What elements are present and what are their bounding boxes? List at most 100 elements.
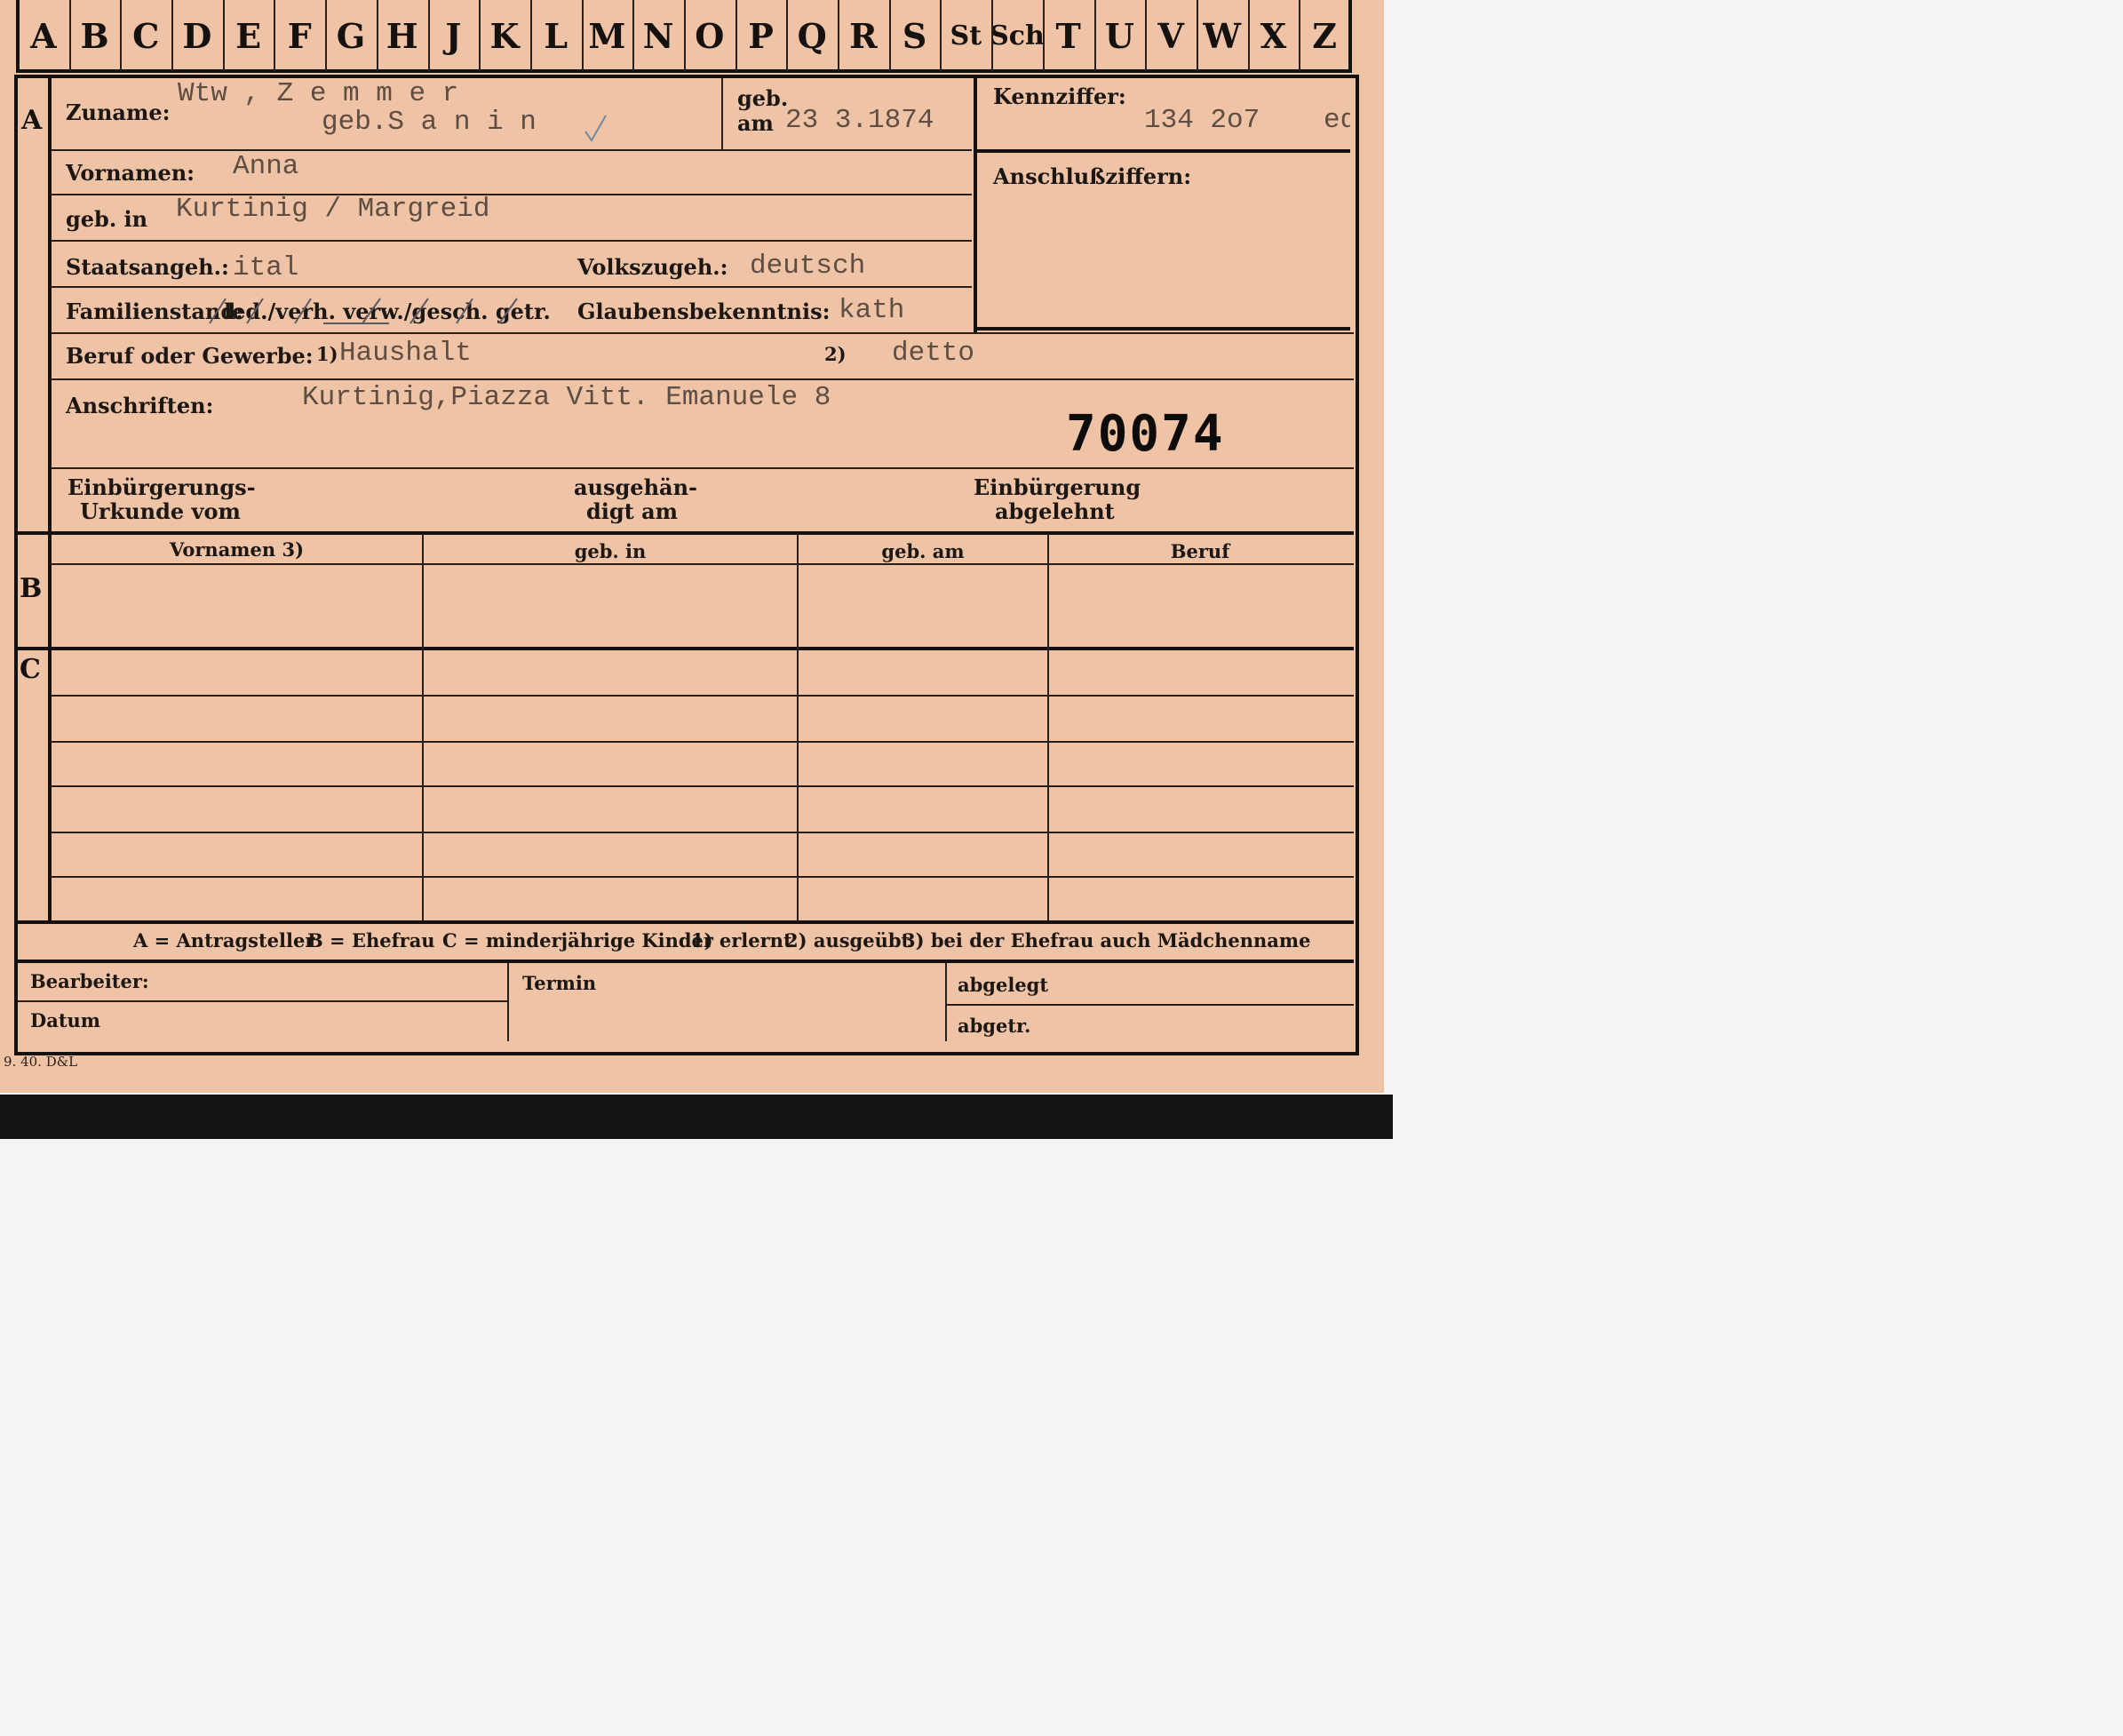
index-tab-e: E <box>235 15 262 56</box>
index-tab-f: F <box>287 15 312 56</box>
registration-card: A B C D E F G H J K L M N O P Q R S St Sch T U V W X Z A B C Zuna… <box>0 0 1384 1093</box>
firstname-value: Anna <box>233 151 299 182</box>
tab-divider <box>68 0 71 71</box>
tab-divider <box>529 0 532 71</box>
index-tab-g: G <box>336 15 366 56</box>
index-tab-l: L <box>544 15 569 56</box>
tab-divider <box>274 0 276 71</box>
id-label: Kennziffer: <box>993 84 1126 109</box>
letter-column-divider <box>48 76 52 920</box>
index-tab-w: W <box>1203 15 1242 56</box>
print-mark: 9. 40. D&L <box>4 1054 78 1070</box>
index-tab-s: S <box>902 15 927 56</box>
tab-divider <box>171 0 174 71</box>
row-divider <box>52 876 1354 878</box>
tab-divider <box>1247 0 1250 71</box>
index-tab-t: T <box>1055 15 1081 56</box>
naturalization-refused-label-2: abgelehnt <box>995 498 1115 524</box>
naturalization-refused-label-1: Einbürgerung <box>974 474 1141 500</box>
tab-divider <box>1042 0 1045 71</box>
row-divider <box>52 741 1354 743</box>
tab-divider <box>479 0 481 71</box>
row-divider <box>52 378 1354 380</box>
citizenship-value: ital <box>233 252 299 283</box>
tab-divider <box>838 0 840 71</box>
index-tab-x: X <box>1260 15 1287 56</box>
birthplace-label: geb. in <box>66 206 148 232</box>
section-c-letter: C <box>20 654 41 685</box>
tab-divider <box>581 0 584 71</box>
row-divider <box>52 332 1354 334</box>
index-tab-m: M <box>588 15 626 56</box>
legend-note-2: 2) ausgeübt <box>785 929 910 952</box>
row-divider <box>52 695 1354 697</box>
index-tab-p: P <box>748 15 774 56</box>
checkmark-icon <box>584 115 607 142</box>
legend-bottom <box>16 960 1354 963</box>
legend-wife: B = Ehefrau <box>307 929 435 952</box>
birthplace-value: Kurtinig / Margreid <box>176 194 490 225</box>
separated-label: abgetr. <box>958 1015 1031 1037</box>
occupation-note-2: 2) <box>824 343 847 365</box>
index-tab-r: R <box>849 15 878 56</box>
section-b-letter: B <box>20 573 43 604</box>
index-tab-u: U <box>1104 15 1134 56</box>
surname-value-line1: Wtw , Z e m m e r <box>178 78 459 109</box>
occupation-note-1: 1) <box>316 343 338 365</box>
tab-divider <box>222 0 225 71</box>
naturalization-doc-label-2: Urkunde vom <box>80 498 241 524</box>
row-divider <box>52 785 1354 787</box>
tab-divider <box>1299 0 1301 71</box>
legend-children: C = minderjährige Kinder <box>442 929 713 952</box>
date-label: Datum <box>30 1009 101 1031</box>
tab-divider <box>888 0 891 71</box>
col-divider <box>797 535 799 922</box>
id-box-divider-h <box>977 149 1350 153</box>
section-divider-ab <box>16 531 1354 535</box>
occupation-label: Beruf oder Gewerbe: <box>66 343 314 369</box>
connect-numbers-label: Anschlußziffern: <box>993 163 1192 189</box>
term-label: Termin <box>522 972 597 994</box>
section-divider-bc <box>16 647 1354 650</box>
id-suffix: ed <box>1324 105 1350 136</box>
born-date-value: 23 3.1874 <box>785 105 934 136</box>
ethnicity-label: Volkszugeh.: <box>577 254 728 280</box>
row-divider <box>18 1000 507 1002</box>
tab-divider <box>786 0 789 71</box>
filed-label: abgelegt <box>958 974 1049 996</box>
tab-divider <box>684 0 686 71</box>
surname-label: Zuname: <box>66 100 171 125</box>
tab-divider <box>1093 0 1096 71</box>
religion-label: Glaubensbekenntnis: <box>577 299 831 324</box>
index-tab-j: J <box>445 15 462 56</box>
tab-divider <box>376 0 378 71</box>
address-value: Kurtinig,Piazza Vitt. Emanuele 8 <box>302 382 831 413</box>
legend-note-3: 3) bei der Ehefrau auch Mädchenname <box>902 929 1311 952</box>
index-tab-c: C <box>132 15 160 56</box>
col-divider <box>945 963 947 1041</box>
col-divider <box>1047 535 1049 922</box>
index-tab-d: D <box>182 15 212 56</box>
index-tab-q: Q <box>797 15 827 56</box>
col-divider <box>422 535 424 922</box>
row-divider <box>52 467 1354 469</box>
index-tab-st: St <box>950 20 982 52</box>
index-tab-h: H <box>386 15 418 56</box>
col-divider <box>721 78 723 149</box>
citizenship-label: Staatsangeh.: <box>66 254 229 280</box>
surname-value-line2: geb.S a n i n <box>322 107 537 138</box>
row-divider <box>52 149 972 151</box>
index-tab-n: N <box>642 15 674 56</box>
religion-value: kath <box>839 295 905 326</box>
strikethrough-marks <box>209 298 518 324</box>
tab-divider <box>1196 0 1198 71</box>
row-divider <box>52 240 972 242</box>
handed-over-label-2: digt am <box>586 498 679 524</box>
row-divider <box>52 832 1354 833</box>
handed-over-label-1: ausgehän- <box>574 474 697 500</box>
tab-divider <box>1145 0 1148 71</box>
col-header-firstnames: Vornamen 3) <box>169 538 305 561</box>
index-tab-k: K <box>489 15 520 56</box>
id-value: 134 2o7 <box>1144 105 1260 136</box>
tab-divider <box>940 0 942 71</box>
